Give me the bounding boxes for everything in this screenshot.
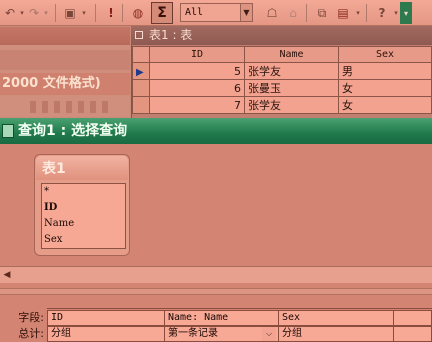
field-list-item-all[interactable]: *	[42, 184, 125, 200]
table-window-title: 表1 : 表	[149, 28, 193, 42]
query-icon	[2, 124, 14, 138]
cell-id[interactable]: 6	[149, 79, 245, 97]
run-icon[interactable]: !	[104, 3, 118, 23]
column-selector-bar[interactable]	[47, 297, 432, 309]
builder-icon: ⌂	[289, 6, 297, 20]
cell-sex[interactable]: 女	[338, 79, 432, 97]
toolbar-separator	[366, 4, 367, 22]
record-selector[interactable]: ▶	[132, 62, 150, 80]
column-header-id[interactable]: ID	[149, 46, 245, 63]
query-window-titlebar[interactable]: 查询1 : 选择查询	[0, 118, 432, 144]
query-window-title: 查询1 : 选择查询	[18, 123, 128, 139]
totals-button[interactable]: Σ	[151, 2, 173, 24]
column-header-sex[interactable]: Sex	[338, 46, 432, 63]
cell-name[interactable]: 张学友	[244, 62, 339, 80]
horizontal-scrollbar[interactable]	[0, 266, 432, 283]
cell-sex[interactable]: 男	[338, 62, 432, 80]
total-cell-1[interactable]: 分组	[47, 326, 165, 342]
field-cell-1[interactable]: ID	[47, 310, 165, 326]
help-dropdown-icon[interactable]: ▾	[392, 3, 400, 23]
properties-icon[interactable]: ☖	[262, 3, 282, 23]
record-selector[interactable]	[132, 96, 150, 114]
undo-dropdown-icon[interactable]: ▾	[18, 3, 26, 23]
toolbar-separator	[95, 4, 96, 22]
toolbar-separator	[55, 4, 56, 22]
table-window-titlebar: 表1 : 表	[131, 26, 432, 45]
select-all-corner[interactable]	[132, 46, 150, 63]
pane-splitter[interactable]	[0, 288, 432, 295]
field-cell-3[interactable]: Sex	[278, 310, 394, 326]
database-format-label: 2000 文件格式)	[0, 73, 130, 95]
chevron-down-icon[interactable]: ⌵	[262, 327, 276, 341]
cell-sex[interactable]: 女	[338, 96, 432, 114]
query-type-dropdown-icon[interactable]: ▾	[80, 3, 88, 23]
toolbar-separator	[122, 4, 123, 22]
field-cell-4[interactable]	[393, 310, 432, 326]
cell-name[interactable]: 张曼玉	[244, 79, 339, 97]
cell-id[interactable]: 7	[149, 96, 245, 114]
column-header-name[interactable]: Name	[244, 46, 339, 63]
table-row[interactable]: 7 张学友 女	[132, 96, 432, 114]
field-list-item-name[interactable]: Name	[42, 216, 125, 232]
table-header-row: ID Name Sex	[132, 46, 432, 63]
chevron-down-icon[interactable]: ▼	[240, 4, 252, 21]
total-cell-4[interactable]	[393, 326, 432, 342]
show-table-icon[interactable]: ◍	[128, 3, 148, 23]
total-cell-3[interactable]: 分组	[278, 326, 394, 342]
new-object-dropdown-icon[interactable]: ▾	[354, 3, 362, 23]
redo-dropdown-icon: ▾	[44, 9, 48, 17]
field-list[interactable]: * ID Name Sex	[41, 183, 126, 249]
current-record-arrow-icon: ▶	[136, 66, 144, 78]
undo-icon[interactable]: ↶	[2, 3, 18, 23]
field-list-title[interactable]: 表1	[36, 156, 128, 180]
redo-icon: ↷	[28, 6, 40, 20]
query-design-toolbar: ↶ ▾ ↷ ▾ ▣ ▾ ! ◍ Σ All ▼ ☖ ⌂ ⧉ ▤ ▾ ? ▾ ▾	[0, 0, 432, 26]
scroll-left-icon[interactable]: ◀	[0, 267, 14, 283]
field-cell-2[interactable]: Name: Name	[164, 310, 279, 326]
table-row[interactable]: 6 张曼玉 女	[132, 79, 432, 97]
database-window-toolbar	[0, 50, 130, 70]
database-window-icon[interactable]: ⧉	[312, 3, 332, 23]
table-datasheet-grid[interactable]: ID Name Sex ▶ 5 张学友 男 6 张曼玉 女 7 张学友 女	[132, 46, 432, 114]
query-type-icon[interactable]: ▣	[61, 3, 79, 23]
table-icon	[135, 31, 143, 39]
total-row-label: 总计:	[18, 327, 44, 340]
database-window-buttons[interactable]	[30, 101, 110, 113]
database-window-titlebar	[0, 27, 130, 45]
help-icon[interactable]: ?	[373, 3, 391, 23]
field-row-label: 字段:	[18, 311, 44, 324]
new-object-icon[interactable]: ▤	[334, 3, 352, 23]
cell-name[interactable]: 张学友	[244, 96, 339, 114]
field-list-item-sex[interactable]: Sex	[42, 232, 125, 248]
toolbar-separator	[306, 4, 307, 22]
cell-id[interactable]: 5	[149, 62, 245, 80]
table-row[interactable]: ▶ 5 张学友 男	[132, 62, 432, 80]
toolbar-options-icon[interactable]: ▾	[400, 2, 412, 24]
field-list-item-id[interactable]: ID	[42, 200, 125, 216]
record-selector[interactable]	[132, 79, 150, 97]
